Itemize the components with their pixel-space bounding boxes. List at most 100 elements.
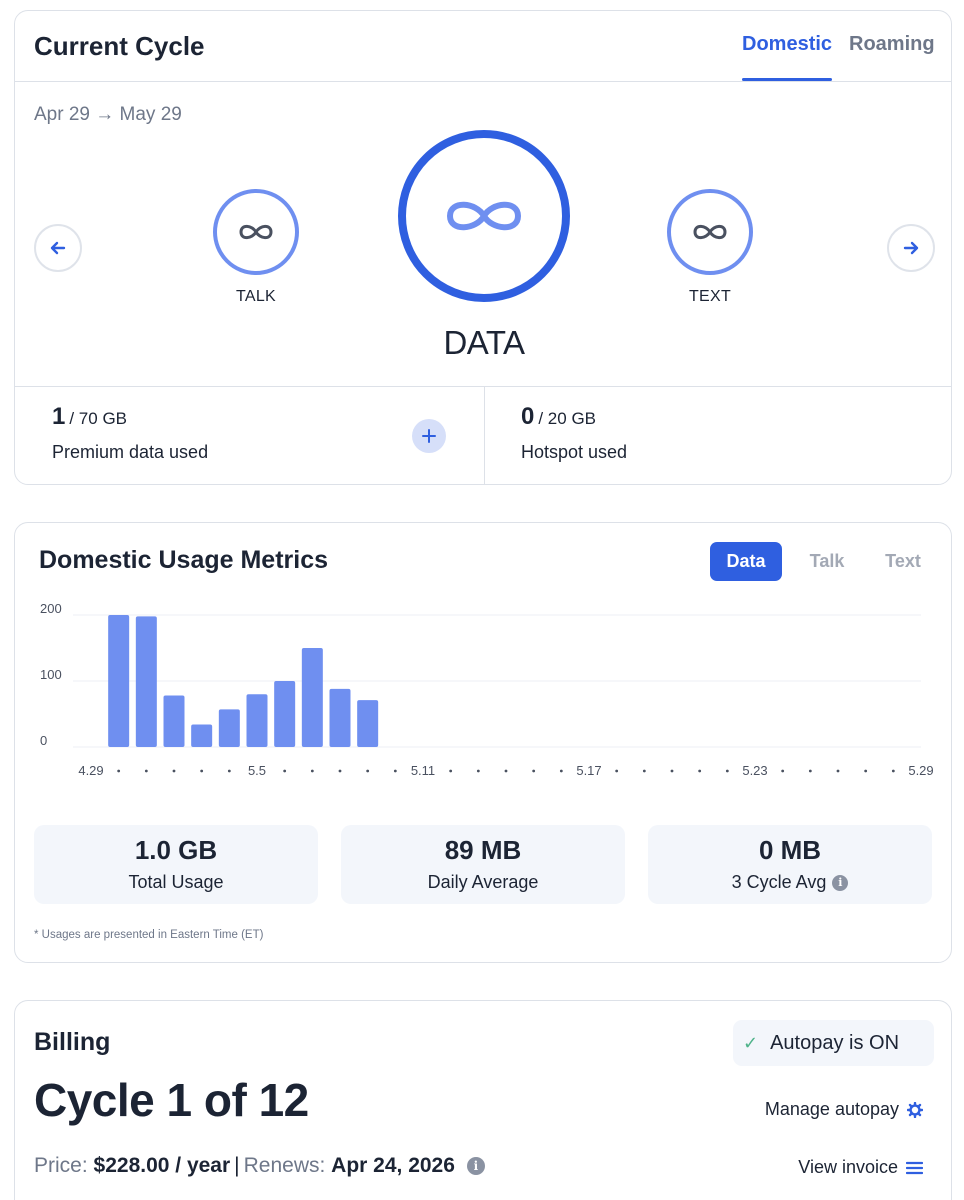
price-label: Price: xyxy=(34,1154,88,1177)
add-data-button[interactable] xyxy=(412,419,446,453)
premium-data-used-value: 1/ 70 GB xyxy=(52,403,127,431)
x-tick-dot xyxy=(200,769,204,773)
info-icon[interactable]: i xyxy=(832,874,849,891)
stat-label: Total Usage xyxy=(34,872,318,893)
manage-autopay-link[interactable]: Manage autopay xyxy=(765,1099,923,1120)
stat-label-text: Daily Average xyxy=(427,872,539,892)
billing-title: Billing xyxy=(34,1028,111,1056)
x-tick-dot xyxy=(310,769,314,773)
arrow-left-icon xyxy=(50,241,66,255)
tab-roaming[interactable]: Roaming xyxy=(849,33,935,56)
x-tick-label: 4.29 xyxy=(78,763,103,778)
y-tick-label: 100 xyxy=(40,667,62,682)
usage-bar-chart: 0 100 200 4.29 5.5 5.11 5.17 5.23 5.29 xyxy=(40,601,934,778)
bar-5.8[interactable] xyxy=(357,700,379,747)
divider xyxy=(484,386,485,484)
stat-value: 89 MB xyxy=(444,835,522,865)
view-invoice-text: View invoice xyxy=(798,1157,898,1177)
data-label: DATA xyxy=(443,324,525,361)
stat-value: 1.0 GB xyxy=(134,835,218,865)
x-tick-dot xyxy=(393,769,397,773)
timezone-footnote: * Usages are presented in Eastern Time (… xyxy=(34,929,264,941)
bar-5.7[interactable] xyxy=(329,688,351,747)
x-tick-dot xyxy=(338,769,342,773)
x-tick-dot xyxy=(449,769,453,773)
x-tick-dot xyxy=(808,769,812,773)
billing-card: Billing ✓ Autopay is ON Cycle 1 of 12 Ma… xyxy=(14,1000,952,1200)
x-tick-label: 5.17 xyxy=(576,763,601,778)
x-tick-dot xyxy=(476,769,480,773)
x-tick-dot xyxy=(283,769,287,773)
billing-cycle-count: Cycle 1 of 12 xyxy=(34,1074,309,1126)
x-tick-dot xyxy=(891,769,895,773)
hotspot-limit: / 20 GB xyxy=(538,409,596,428)
x-tick-dot xyxy=(504,769,508,773)
premium-used-number: 1 xyxy=(52,403,66,430)
separator: | xyxy=(234,1154,240,1177)
x-tick-dot xyxy=(864,769,868,773)
previous-button[interactable] xyxy=(34,224,82,272)
infinity-icon xyxy=(239,224,273,240)
bar-5.4[interactable] xyxy=(246,694,268,747)
renews-label: Renews: xyxy=(243,1154,326,1177)
y-tick-label: 200 xyxy=(40,601,62,616)
bar-5.6[interactable] xyxy=(301,648,323,747)
text-label: TEXT xyxy=(688,288,732,305)
bar-5.2[interactable] xyxy=(191,724,213,747)
price-renew-line: Price: $228.00 / year | Renews: Apr 24, … xyxy=(34,1154,485,1178)
x-tick-dot xyxy=(559,769,563,773)
tab-domestic[interactable]: Domestic xyxy=(742,33,832,56)
hotspot-used-value: 0/ 20 GB xyxy=(521,403,596,431)
renews-value: Apr 24, 2026 xyxy=(331,1154,455,1177)
current-cycle-title: Current Cycle xyxy=(34,31,205,61)
x-tick-dot xyxy=(117,769,121,773)
bar-4.29[interactable] xyxy=(108,615,130,747)
premium-data-used-label: Premium data used xyxy=(52,442,209,462)
infinity-icon xyxy=(446,201,522,231)
x-tick-dot xyxy=(698,769,702,773)
arrow-right-icon xyxy=(903,241,919,255)
autopay-status-text: Autopay is ON xyxy=(770,1031,900,1054)
hotspot-used-label: Hotspot used xyxy=(521,442,628,462)
gear-icon xyxy=(907,1101,923,1118)
x-tick-dot xyxy=(670,769,674,773)
x-tick-dot xyxy=(366,769,370,773)
list-icon xyxy=(906,1161,923,1174)
check-icon: ✓ xyxy=(743,1032,759,1053)
data-ring[interactable] xyxy=(398,130,570,302)
talk-ring[interactable] xyxy=(213,189,299,275)
view-invoice-link[interactable]: View invoice xyxy=(798,1157,923,1178)
x-tick-dot xyxy=(172,769,176,773)
stat-label-text: Total Usage xyxy=(128,872,224,892)
stat-daily-average: 89 MB Daily Average xyxy=(341,825,625,904)
x-tick-label: 5.11 xyxy=(411,763,435,778)
x-tick-label: 5.23 xyxy=(742,763,767,778)
bar-5.3[interactable] xyxy=(218,709,240,747)
x-tick-label: 5.29 xyxy=(908,763,933,778)
stat-label-text: 3 Cycle Avg xyxy=(731,872,827,892)
stat-3-cycle-avg: 0 MB 3 Cycle Avg i xyxy=(648,825,932,904)
divider xyxy=(15,386,951,387)
x-tick-dot xyxy=(227,769,231,773)
premium-limit: / 70 GB xyxy=(69,409,127,428)
x-tick-label: 5.5 xyxy=(248,763,266,778)
autopay-status-badge: ✓ Autopay is ON xyxy=(733,1020,934,1066)
price-value: $228.00 / year xyxy=(93,1154,231,1177)
bar-4.30[interactable] xyxy=(135,616,157,747)
bar-5.1[interactable] xyxy=(163,695,185,747)
infinity-icon xyxy=(693,224,727,240)
x-tick-dot xyxy=(615,769,619,773)
plus-icon xyxy=(422,429,436,443)
text-ring[interactable] xyxy=(667,189,753,275)
x-tick-dot xyxy=(781,769,785,773)
info-icon[interactable]: i xyxy=(466,1157,485,1175)
bar-5.5[interactable] xyxy=(274,681,296,747)
next-button[interactable] xyxy=(887,224,935,272)
stat-value: 0 MB xyxy=(758,835,822,865)
y-tick-label: 0 xyxy=(40,733,47,748)
stat-total-usage: 1.0 GB Total Usage xyxy=(34,825,318,904)
stat-label: 3 Cycle Avg i xyxy=(648,872,932,893)
x-tick-dot xyxy=(144,769,148,773)
x-tick-dot xyxy=(642,769,646,773)
current-cycle-card: Current Cycle Domestic Roaming Apr 29 → … xyxy=(14,10,952,485)
